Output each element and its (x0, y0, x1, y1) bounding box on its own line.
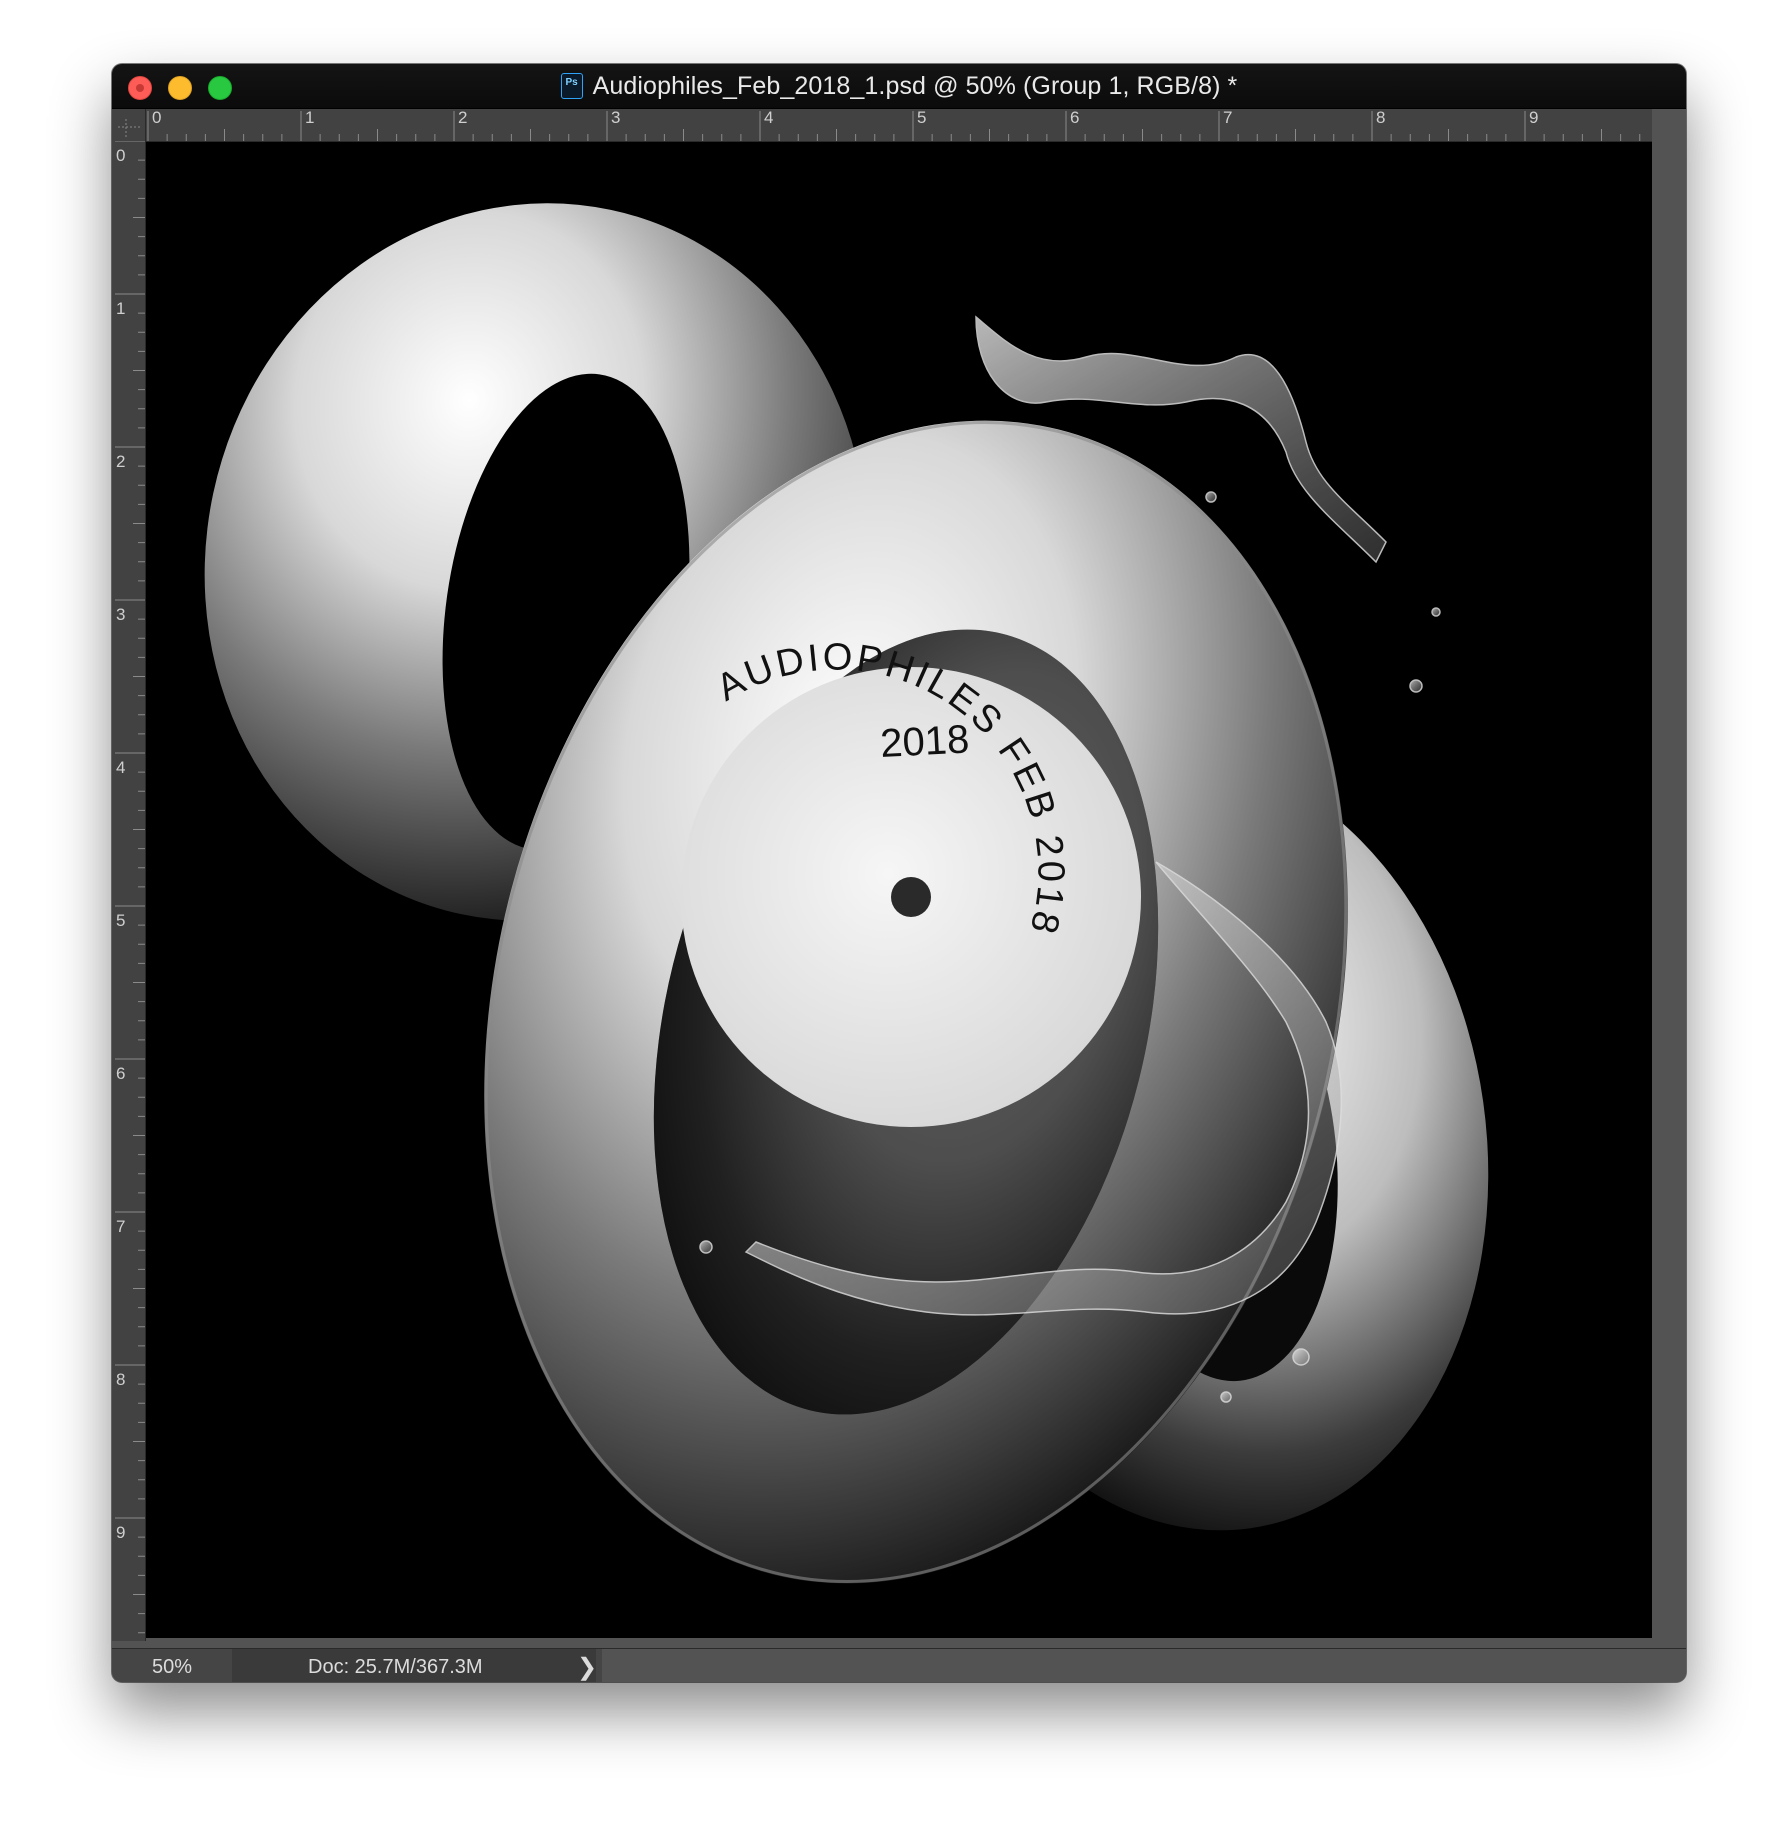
ruler-top-label: 3 (611, 109, 620, 127)
ruler-top-label: 2 (458, 109, 467, 127)
ruler-left-label: 2 (116, 452, 125, 471)
zoom-level[interactable]: 50% (152, 1656, 192, 1679)
document-canvas[interactable]: 2018 AUDIOPHILES FEB 2018 (146, 142, 1652, 1638)
horizontal-ruler[interactable]: 0 1 2 3 4 5 6 7 8 9 (112, 109, 1686, 142)
status-menu-chevron-icon[interactable]: ❯ (577, 1653, 597, 1682)
ruler-left-label: 6 (116, 1064, 125, 1083)
ruler-origin-icon (118, 119, 140, 137)
ruler-left-label: 9 (116, 1523, 125, 1542)
photoshop-psd-icon: Ps (560, 73, 583, 99)
window-title: Audiophiles_Feb_2018_1.psd @ 50% (Group … (592, 71, 1238, 100)
ruler-top-label: 5 (917, 109, 926, 127)
ruler-left-label: 1 (116, 299, 125, 318)
vertical-ruler-ticks: 0 1 2 3 4 5 6 7 8 9 (115, 141, 145, 1634)
horizontal-scroll-area[interactable] (602, 1649, 1686, 1682)
ruler-left-label: 4 (116, 758, 125, 777)
document-size-info[interactable]: Doc: 25.7M/367.3M (308, 1656, 483, 1679)
ruler-top-label: 0 (152, 109, 161, 127)
ruler-origin-corner[interactable] (112, 109, 146, 142)
title-container: Ps Audiophiles_Feb_2018_1.psd @ 50% (Gro… (112, 64, 1686, 108)
photoshop-document-window: Ps Audiophiles_Feb_2018_1.psd @ 50% (Gro… (112, 64, 1686, 1682)
horizontal-ruler-ticks: 0 1 2 3 4 5 6 7 8 9 (147, 109, 1641, 141)
status-bar: 50% Doc: 25.7M/367.3M ❯ (112, 1648, 1686, 1682)
ruler-top-label: 1 (305, 109, 314, 127)
ruler-top-label: 4 (764, 109, 773, 127)
label-year-top: 2018 (879, 717, 970, 766)
ruler-left-label: 7 (116, 1217, 125, 1236)
ps-icon-text: Ps (565, 77, 578, 88)
ruler-left-label: 8 (116, 1370, 125, 1389)
vertical-scroll-area[interactable] (1652, 109, 1686, 1639)
title-bar[interactable]: Ps Audiophiles_Feb_2018_1.psd @ 50% (Gro… (112, 64, 1686, 109)
ruler-top-label: 9 (1529, 109, 1538, 127)
ruler-top-label: 7 (1223, 109, 1232, 127)
ruler-left-label: 0 (116, 146, 125, 165)
ruler-left-label: 3 (116, 605, 125, 624)
ruler-top-label: 6 (1070, 109, 1079, 127)
ruler-top-label: 8 (1376, 109, 1385, 127)
vertical-ruler[interactable]: 0 1 2 3 4 5 6 7 8 9 (112, 141, 146, 1641)
ruler-left-label: 5 (116, 911, 125, 930)
artwork-image: 2018 AUDIOPHILES FEB 2018 (204, 203, 1489, 1584)
